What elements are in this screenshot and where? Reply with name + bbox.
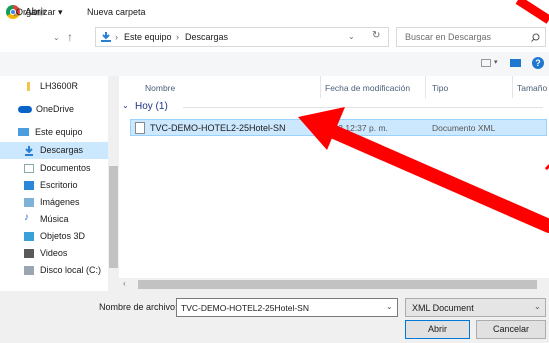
red-arrow-annotation: [298, 107, 549, 233]
red-arrow-annotation: [515, 0, 549, 24]
annotation-arrows: [298, 0, 549, 233]
